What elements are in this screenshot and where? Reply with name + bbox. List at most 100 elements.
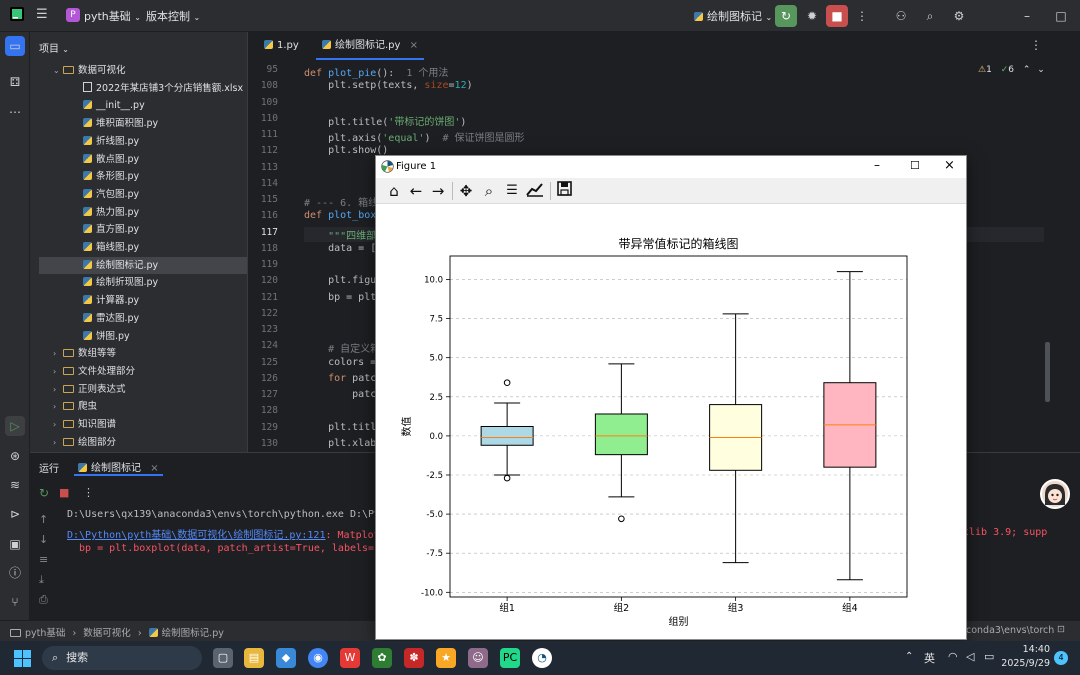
run-tool-button[interactable]: ▷: [5, 416, 25, 436]
wifi-icon[interactable]: ◠: [948, 650, 958, 663]
clock-date[interactable]: 2025/9/29: [990, 658, 1050, 669]
browser-icon[interactable]: ◉: [308, 648, 328, 668]
chevron-down-icon[interactable]: ⌄: [53, 62, 63, 80]
zoom-icon[interactable]: ⌕: [479, 181, 499, 201]
tree-file[interactable]: 直方图.py: [39, 221, 249, 239]
problems-button[interactable]: ⓘ: [5, 563, 25, 583]
tray-chevron-icon[interactable]: ⌃: [905, 651, 913, 662]
tree-file[interactable]: 条形图.py: [39, 168, 249, 186]
layers-button[interactable]: ≋: [5, 475, 25, 495]
task-view-icon[interactable]: ▢: [213, 648, 233, 668]
tree-folder[interactable]: › 正则表达式: [39, 381, 249, 399]
ime-indicator[interactable]: 英: [924, 650, 935, 666]
edit-axis-icon[interactable]: [525, 181, 545, 201]
notification-badge[interactable]: 4: [1054, 651, 1068, 665]
app-icon[interactable]: ✽: [404, 648, 424, 668]
hamburger-icon[interactable]: ☰: [36, 7, 50, 23]
panda-app-icon[interactable]: ✿: [372, 648, 392, 668]
scroll-up-icon[interactable]: ↑: [39, 513, 48, 526]
services-button[interactable]: ⊳: [5, 504, 25, 524]
settings-button[interactable]: ⚙: [948, 5, 970, 27]
tree-folder[interactable]: ⌄ 数据可视化: [39, 62, 249, 80]
home-icon[interactable]: ⌂: [384, 181, 404, 201]
configure-icon[interactable]: ☰: [502, 181, 522, 201]
minimize-button[interactable]: –: [1016, 5, 1038, 27]
tree-file[interactable]: 2022年某店铺3个分店销售额.xlsx: [39, 80, 249, 98]
terminal-button[interactable]: ▣: [5, 534, 25, 554]
breadcrumb-item[interactable]: 绘制图标记.py: [148, 628, 224, 639]
chevron-right-icon[interactable]: ›: [53, 345, 63, 363]
interpreter-status[interactable]: conda3\envs\torch: [966, 625, 1054, 636]
run-tab[interactable]: 绘制图标记 ×: [74, 458, 163, 476]
soft-wrap-icon[interactable]: ≡: [39, 553, 48, 566]
file-explorer-icon[interactable]: ▤: [244, 648, 264, 668]
vcs-dropdown[interactable]: 版本控制 ⌄: [146, 8, 200, 24]
chevron-right-icon[interactable]: ›: [53, 434, 63, 452]
chevron-right-icon[interactable]: ›: [53, 381, 63, 399]
debug-button[interactable]: ✹: [801, 5, 823, 27]
pan-icon[interactable]: ✥: [456, 181, 476, 201]
scroll-down-icon[interactable]: ↓: [39, 533, 48, 546]
stop-icon[interactable]: ■: [59, 486, 69, 499]
avatar-app-icon[interactable]: ☺: [468, 648, 488, 668]
matplotlib-taskbar-icon[interactable]: ◔: [532, 648, 552, 668]
rerun-icon[interactable]: ↻: [39, 486, 49, 500]
figure-maximize-button[interactable]: ☐: [910, 159, 920, 172]
scroll-end-icon[interactable]: ⤓: [39, 573, 44, 587]
star-app-icon[interactable]: ★: [436, 648, 456, 668]
wps-icon[interactable]: W: [340, 648, 360, 668]
tree-file[interactable]: 箱线图.py: [39, 239, 249, 257]
tree-folder[interactable]: › 数组等等: [39, 345, 249, 363]
tree-file[interactable]: 计算器.py: [39, 292, 249, 310]
run-config-dropdown[interactable]: 绘制图标记 ⌄: [694, 8, 772, 24]
tree-file[interactable]: __init__.py: [39, 97, 249, 115]
tree-file[interactable]: 绘制折现图.py: [39, 274, 249, 292]
tree-file[interactable]: 热力图.py: [39, 204, 249, 222]
taskbar-search[interactable]: ⌕ 搜索: [42, 646, 202, 670]
tree-file[interactable]: 雷达图.py: [39, 310, 249, 328]
maximize-button[interactable]: □: [1050, 5, 1072, 27]
assistant-avatar[interactable]: [1040, 479, 1070, 509]
figure-minimize-button[interactable]: –: [874, 158, 880, 172]
close-tab-icon[interactable]: ×: [150, 463, 158, 474]
more-actions-button[interactable]: ⋮: [851, 5, 873, 27]
clock-time[interactable]: 14:40: [1010, 644, 1050, 655]
tree-file[interactable]: 汽包图.py: [39, 186, 249, 204]
tree-folder[interactable]: › 文件处理部分: [39, 363, 249, 381]
back-icon[interactable]: ←: [406, 181, 426, 201]
structure-tool-button[interactable]: ⚃: [5, 72, 25, 92]
more-icon[interactable]: ⋮: [83, 486, 94, 499]
print-icon[interactable]: ⎙: [39, 593, 48, 607]
figure-close-button[interactable]: ×: [944, 158, 955, 173]
rerun-button[interactable]: ↻: [775, 5, 797, 27]
tree-folder[interactable]: › 知识图谱: [39, 416, 249, 434]
tree-file[interactable]: 绘制图标记.py: [39, 256, 249, 275]
tab-plot-markers[interactable]: 绘制图标记.py ×: [316, 32, 425, 60]
save-icon[interactable]: [554, 181, 574, 201]
project-panel-header[interactable]: 项目 ⌄: [39, 40, 69, 55]
breadcrumb-item[interactable]: pyth基础: [10, 628, 65, 639]
tree-file[interactable]: 散点图.py: [39, 151, 249, 169]
stop-button[interactable]: ■: [826, 5, 848, 27]
forward-icon[interactable]: →: [428, 181, 448, 201]
project-tool-button[interactable]: ▭: [5, 36, 25, 56]
chevron-right-icon[interactable]: ›: [53, 416, 63, 434]
volume-icon[interactable]: ◁: [966, 650, 974, 663]
more-icon[interactable]: ⋮: [1030, 38, 1042, 52]
editor-scrollbar[interactable]: [1045, 342, 1050, 402]
lock-icon[interactable]: ⊡: [1057, 624, 1065, 635]
pycharm-icon[interactable]: PC: [500, 648, 520, 668]
tree-file[interactable]: 折线图.py: [39, 133, 249, 151]
copilot-icon[interactable]: ◆: [276, 648, 296, 668]
tab-1-py[interactable]: 1.py: [258, 32, 305, 60]
close-tab-icon[interactable]: ×: [410, 40, 418, 51]
python-packages-button[interactable]: ⊛: [5, 446, 25, 466]
tree-file[interactable]: 堆积面积图.py: [39, 115, 249, 133]
project-name-dropdown[interactable]: pyth基础 ⌄: [84, 8, 141, 24]
tree-folder[interactable]: › 绘图部分: [39, 434, 249, 452]
add-user-button[interactable]: ⚇: [890, 5, 912, 27]
search-button[interactable]: ⌕: [919, 5, 941, 27]
tree-folder[interactable]: › 爬虫: [39, 398, 249, 416]
chevron-right-icon[interactable]: ›: [53, 363, 63, 381]
tree-file[interactable]: 饼图.py: [39, 328, 249, 346]
